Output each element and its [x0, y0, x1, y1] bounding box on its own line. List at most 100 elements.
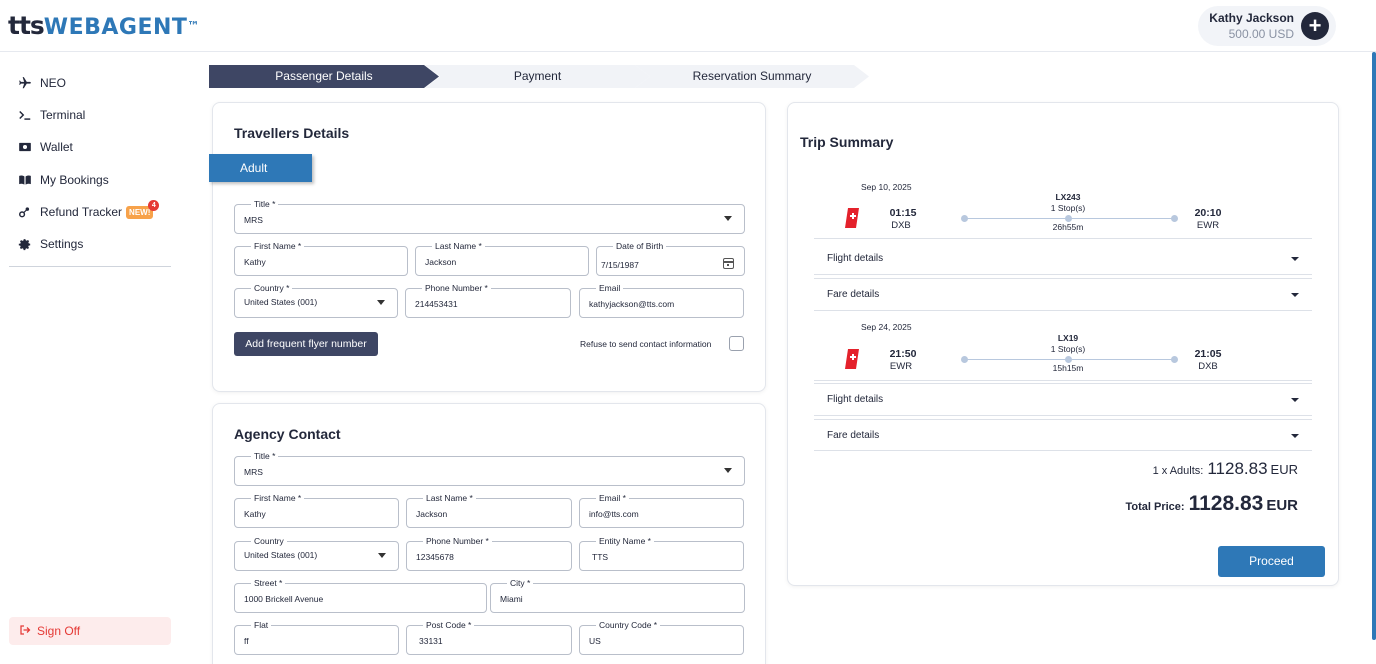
- agency-email-input[interactable]: Email * info@tts.com: [579, 493, 744, 528]
- trip-summary-title: Trip Summary: [800, 134, 894, 150]
- agency-first-name-input[interactable]: First Name * Kathy: [234, 493, 399, 528]
- agency-title-select[interactable]: Title * MRS: [234, 451, 745, 486]
- add-frequent-flyer-button[interactable]: Add frequent flyer number: [234, 332, 378, 356]
- sidebar-item-label: NEO: [40, 76, 67, 90]
- gear-icon: [18, 238, 36, 251]
- traveller-first-name-input[interactable]: First Name * Kathy: [234, 241, 408, 276]
- step-reservation-summary[interactable]: Reservation Summary: [635, 65, 869, 88]
- logo-tts: tts: [8, 11, 45, 40]
- tab-adult[interactable]: Adult: [209, 154, 312, 182]
- sidebar-item-wallet[interactable]: Wallet: [18, 137, 73, 157]
- field-label: Country: [251, 536, 287, 546]
- field-value: Kathy: [244, 257, 266, 267]
- tts-webagent-logo[interactable]: ttsWEBAGENT™: [8, 11, 199, 43]
- agency-country-select[interactable]: Country United States (001): [234, 536, 399, 571]
- refund-icon: [18, 205, 36, 219]
- agency-flat-input[interactable]: Flat ff: [234, 620, 399, 655]
- traveller-country-select[interactable]: Country * United States (001): [234, 283, 398, 318]
- dropdown-arrow-icon: [724, 468, 732, 473]
- field-value: United States (001): [244, 297, 318, 307]
- field-label: Country *: [251, 283, 293, 293]
- field-value: MRS: [244, 215, 263, 225]
- flight-stops: 1 Stop(s): [1050, 203, 1086, 213]
- plane-icon: [18, 76, 36, 90]
- flight-duration: 15h15m: [1052, 363, 1084, 373]
- divider: [814, 238, 1312, 239]
- route-dot: [1065, 215, 1072, 222]
- field-label: Street *: [251, 578, 286, 588]
- agency-city-input[interactable]: City * Miami: [490, 578, 745, 613]
- traveller-title-select[interactable]: Title * MRS: [234, 199, 745, 234]
- sidebar-item-neo[interactable]: NEO: [18, 73, 66, 93]
- proceed-button[interactable]: Proceed: [1218, 546, 1325, 577]
- agency-entity-name-input[interactable]: Entity Name * TTS: [579, 536, 744, 571]
- traveller-phone-input[interactable]: Phone Number * 214453431: [405, 283, 571, 318]
- traveller-email-input[interactable]: Email kathyjackson@tts.com: [579, 283, 744, 318]
- departure-time: 21:50: [889, 348, 917, 360]
- field-value: Miami: [500, 594, 523, 604]
- flight-number: LX243: [1055, 192, 1081, 202]
- field-value: 12345678: [416, 552, 454, 562]
- chevron-down-icon[interactable]: [1291, 293, 1299, 297]
- field-value: United States (001): [244, 550, 318, 560]
- field-value: MRS: [244, 467, 263, 477]
- flight-stops: 1 Stop(s): [1050, 344, 1086, 354]
- chevron-down-icon[interactable]: [1291, 434, 1299, 438]
- departure-time: 01:15: [889, 207, 917, 219]
- calendar-icon[interactable]: [723, 258, 734, 269]
- total-currency: EUR: [1266, 497, 1298, 514]
- agency-last-name-input[interactable]: Last Name * Jackson: [406, 493, 572, 528]
- app-header: ttsWEBAGENT™ Kathy Jackson 500.00 USD +: [0, 0, 1376, 52]
- agency-post-code-input[interactable]: Post Code * 33131: [406, 620, 572, 655]
- agency-contact-title: Agency Contact: [234, 426, 341, 442]
- field-value: Jackson: [416, 509, 448, 519]
- agency-country-code-input[interactable]: Country Code * US: [579, 620, 744, 655]
- sign-off-button[interactable]: Sign Off: [9, 617, 171, 645]
- dropdown-arrow-icon: [377, 300, 385, 305]
- field-label: Title *: [251, 451, 279, 461]
- sidebar-item-settings[interactable]: Settings: [18, 234, 83, 254]
- new-badge-text: NEW!: [129, 207, 151, 217]
- divider: [814, 450, 1312, 451]
- agency-street-input[interactable]: Street * 1000 Brickell Avenue: [234, 578, 487, 613]
- flight-details-toggle[interactable]: Flight details: [827, 394, 883, 405]
- route-dot: [961, 356, 968, 363]
- field-value: Jackson: [425, 257, 457, 267]
- sidebar-item-my-bookings[interactable]: My Bookings: [18, 170, 109, 190]
- route-dot: [1171, 215, 1178, 222]
- arrival-airport: DXB: [1198, 361, 1218, 372]
- field-value: ff: [244, 636, 249, 646]
- terminal-icon: [18, 108, 36, 122]
- travellers-details-title: Travellers Details: [234, 125, 350, 141]
- step-payment[interactable]: Payment: [425, 65, 650, 88]
- fare-details-toggle[interactable]: Fare details: [827, 289, 879, 300]
- sidebar-item-refund-tracker[interactable]: Refund Tracker NEW! 4: [18, 199, 160, 222]
- field-value: info@tts.com: [589, 509, 639, 519]
- adults-currency: EUR: [1270, 462, 1298, 477]
- traveller-last-name-input[interactable]: Last Name * Jackson: [415, 241, 589, 276]
- new-badge: NEW! 4: [126, 199, 160, 219]
- chevron-down-icon[interactable]: [1291, 398, 1299, 402]
- agency-phone-input[interactable]: Phone Number * 12345678: [406, 536, 572, 571]
- chevron-down-icon[interactable]: [1291, 257, 1299, 261]
- field-label: Date of Birth: [613, 241, 667, 251]
- arrival-time: 20:10: [1194, 207, 1222, 219]
- swiss-airline-icon: [845, 208, 859, 228]
- refuse-contact-checkbox[interactable]: [729, 336, 744, 351]
- user-name: Kathy Jackson: [1209, 11, 1294, 25]
- field-label: Last Name *: [423, 493, 476, 503]
- add-funds-button[interactable]: +: [1301, 12, 1329, 40]
- field-value: 33131: [419, 636, 443, 646]
- notification-count: 4: [148, 199, 160, 211]
- user-account-box[interactable]: Kathy Jackson 500.00 USD +: [1198, 6, 1336, 46]
- page-scrollbar[interactable]: [1372, 52, 1376, 640]
- logo-trademark: ™: [187, 19, 200, 33]
- fare-details-toggle[interactable]: Fare details: [827, 430, 879, 441]
- flight-number: LX19: [1057, 333, 1079, 343]
- traveller-dob-input[interactable]: Date of Birth 7/15/1987: [596, 241, 745, 276]
- step-passenger-details[interactable]: Passenger Details: [209, 65, 439, 88]
- flight-details-toggle[interactable]: Flight details: [827, 253, 883, 264]
- divider: [814, 380, 1312, 381]
- sidebar-item-terminal[interactable]: Terminal: [18, 105, 85, 125]
- dropdown-arrow-icon: [378, 553, 386, 558]
